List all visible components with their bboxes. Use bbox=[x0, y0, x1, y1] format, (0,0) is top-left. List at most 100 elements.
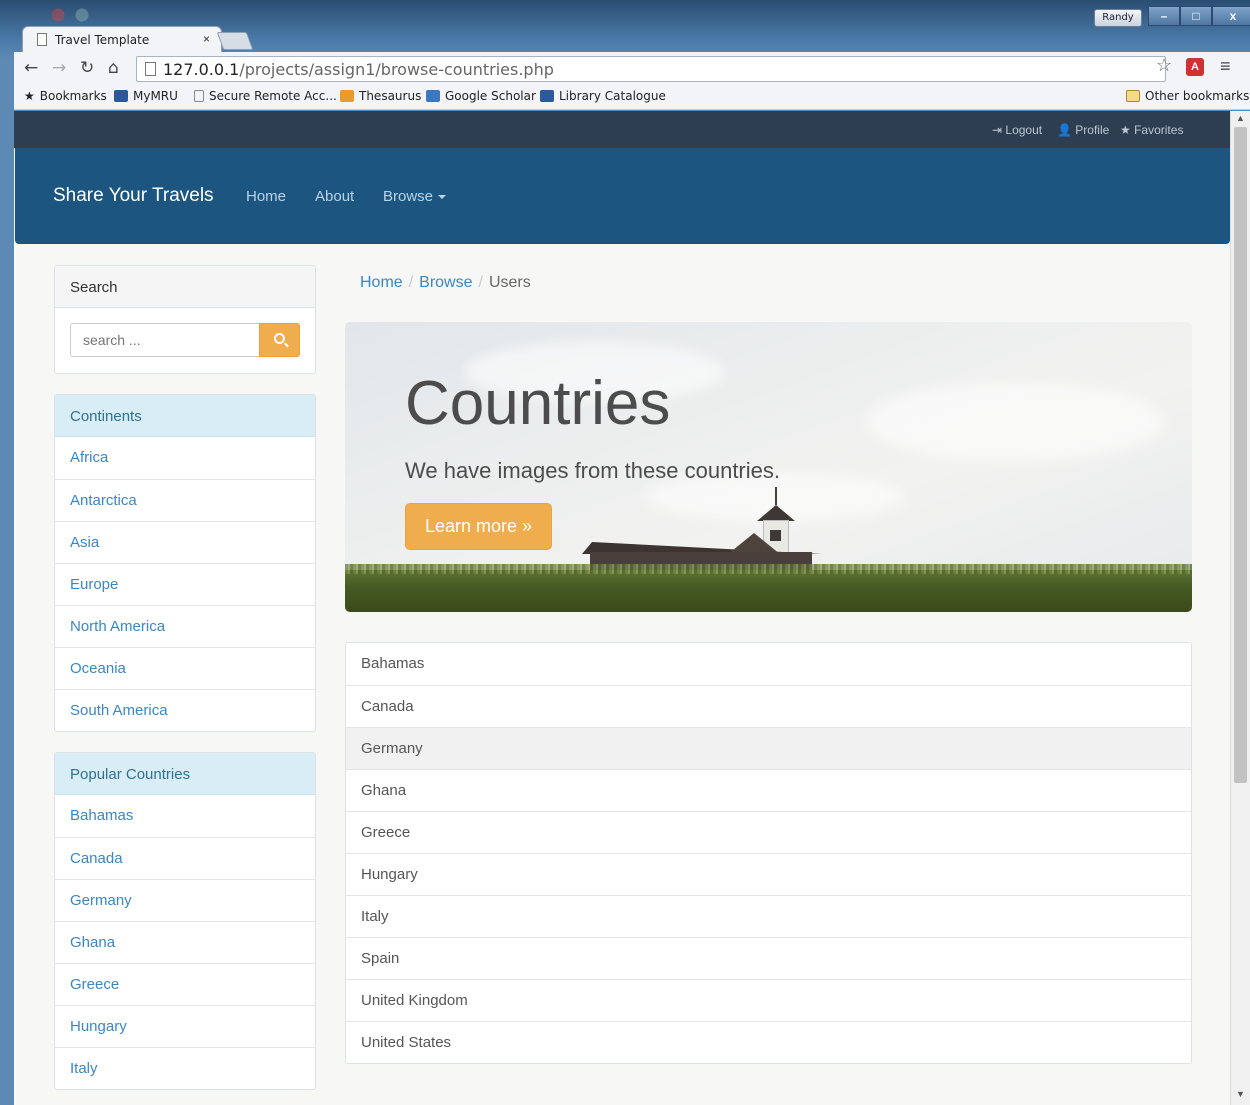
address-bar[interactable]: 127.0.0.1/projects/assign1/browse-countr… bbox=[136, 56, 1166, 82]
page-icon bbox=[37, 33, 47, 46]
popular-country-item[interactable]: Greece bbox=[55, 963, 315, 1005]
site-brand[interactable]: Share Your Travels bbox=[53, 185, 214, 207]
cloud-shape bbox=[865, 382, 1165, 462]
library-icon bbox=[540, 90, 554, 102]
other-bookmarks[interactable]: Other bookmarks bbox=[1126, 89, 1249, 103]
country-list-item[interactable]: United States bbox=[346, 1021, 1191, 1063]
bookmark-star-icon[interactable]: ☆ bbox=[1156, 55, 1172, 76]
back-icon[interactable]: ← bbox=[24, 58, 38, 78]
cupola-roof bbox=[757, 505, 795, 521]
home-icon[interactable]: ⌂ bbox=[108, 58, 119, 78]
search-button[interactable] bbox=[259, 323, 300, 357]
popular-country-item[interactable]: Bahamas bbox=[55, 795, 315, 837]
top-utility-bar: ⇥ Logout 👤 Profile ★ Favorites bbox=[14, 111, 1230, 148]
star-icon: ★ bbox=[1120, 123, 1135, 137]
learn-more-button[interactable]: Learn more » bbox=[405, 503, 552, 550]
reload-icon[interactable]: ↻ bbox=[80, 58, 94, 78]
bookmark-item[interactable]: Thesaurus bbox=[340, 89, 421, 103]
nav-about[interactable]: About bbox=[315, 188, 354, 205]
bookmark-item[interactable]: Secure Remote Acc... bbox=[194, 89, 337, 103]
breadcrumb-current: Users bbox=[488, 274, 531, 291]
breadcrumb-home[interactable]: Home bbox=[360, 274, 403, 291]
nav-browse-dropdown[interactable]: Browse bbox=[383, 188, 447, 205]
search-panel: Search bbox=[54, 265, 316, 374]
tab-title: Travel Template bbox=[55, 33, 150, 47]
continent-item[interactable]: Asia bbox=[55, 521, 315, 563]
hero-title: Countries bbox=[405, 369, 671, 438]
hero-banner: Countries We have images from these coun… bbox=[345, 322, 1192, 612]
browser-toolbar: ← → ↻ ⌂ 127.0.0.1/projects/assign1/brows… bbox=[14, 52, 1250, 86]
bookmark-item[interactable]: Library Catalogue bbox=[540, 89, 666, 103]
search-icon bbox=[274, 333, 285, 344]
popular-countries-title: Popular Countries bbox=[55, 753, 315, 795]
nav-home[interactable]: Home bbox=[246, 188, 286, 205]
search-panel-title: Search bbox=[55, 266, 315, 308]
scholar-icon bbox=[426, 90, 440, 102]
page-icon bbox=[194, 90, 204, 102]
breadcrumb-separator: / bbox=[408, 274, 414, 291]
browser-profile-button[interactable]: Randy bbox=[1094, 9, 1142, 27]
popular-country-item[interactable]: Canada bbox=[55, 837, 315, 879]
pdf-extension-icon[interactable]: A bbox=[1186, 58, 1204, 76]
vertical-scrollbar[interactable]: ▲ ▼ bbox=[1230, 111, 1250, 1105]
scrollbar-thumb[interactable] bbox=[1234, 127, 1247, 783]
folder-icon bbox=[1126, 90, 1140, 102]
favorites-link[interactable]: ★ Favorites bbox=[1120, 123, 1183, 137]
country-list-item[interactable]: Germany bbox=[346, 727, 1191, 769]
country-list-item[interactable]: United Kingdom bbox=[346, 979, 1191, 1021]
country-list-item[interactable]: Bahamas bbox=[346, 643, 1191, 685]
breadcrumb-separator: / bbox=[478, 274, 483, 291]
bookmarks-bar: ★ Bookmarks MyMRU Secure Remote Acc... Th… bbox=[14, 86, 1250, 110]
continents-panel-title: Continents bbox=[55, 395, 315, 437]
hero-subtitle: We have images from these countries. bbox=[405, 458, 780, 483]
popular-countries-panel: Popular Countries Bahamas Canada Germany… bbox=[54, 752, 316, 1090]
page-viewport: ⇥ Logout 👤 Profile ★ Favorites Share You… bbox=[14, 111, 1230, 1105]
menu-icon[interactable]: ≡ bbox=[1220, 56, 1231, 77]
logout-icon: ⇥ bbox=[992, 123, 1006, 137]
page-icon bbox=[145, 62, 156, 76]
breadcrumb: Home / Browse / Users bbox=[360, 274, 531, 292]
logout-link[interactable]: ⇥ Logout bbox=[992, 123, 1042, 137]
caret-down-icon bbox=[438, 195, 447, 200]
star-icon: ★ bbox=[24, 89, 35, 103]
continent-item[interactable]: Europe bbox=[55, 563, 315, 605]
popular-country-item[interactable]: Germany bbox=[55, 879, 315, 921]
continent-item[interactable]: Oceania bbox=[55, 647, 315, 689]
breadcrumb-browse[interactable]: Browse bbox=[419, 274, 472, 291]
minimize-button[interactable]: – bbox=[1148, 6, 1180, 26]
country-list-item[interactable]: Greece bbox=[346, 811, 1191, 853]
bookmark-item[interactable]: ★ Bookmarks bbox=[24, 89, 107, 103]
scroll-up-icon[interactable]: ▲ bbox=[1236, 113, 1245, 123]
cornfield bbox=[345, 564, 1192, 612]
forward-icon[interactable]: → bbox=[52, 58, 66, 78]
popular-country-item[interactable]: Hungary bbox=[55, 1005, 315, 1047]
continent-item[interactable]: South America bbox=[55, 689, 315, 731]
continent-item[interactable]: Africa bbox=[55, 437, 315, 479]
window-controls: – □ x bbox=[1148, 6, 1250, 26]
main-navbar: Share Your Travels Home About Browse bbox=[15, 148, 1230, 244]
user-icon: 👤 bbox=[1057, 123, 1076, 137]
new-tab-button[interactable] bbox=[216, 32, 254, 50]
country-list: Bahamas Canada Germany Ghana Greece Hung… bbox=[345, 642, 1192, 1064]
country-list-item[interactable]: Italy bbox=[346, 895, 1191, 937]
popular-country-item[interactable]: Ghana bbox=[55, 921, 315, 963]
maximize-button[interactable]: □ bbox=[1180, 6, 1212, 26]
scroll-down-icon[interactable]: ▼ bbox=[1236, 1089, 1245, 1099]
country-list-item[interactable]: Canada bbox=[346, 685, 1191, 727]
tab-close-icon[interactable]: × bbox=[203, 32, 210, 46]
continent-item[interactable]: North America bbox=[55, 605, 315, 647]
popular-country-item[interactable]: Italy bbox=[55, 1047, 315, 1089]
browser-tab[interactable]: Travel Template × bbox=[22, 26, 222, 52]
close-window-button[interactable]: x bbox=[1212, 6, 1250, 26]
bookmark-item[interactable]: Google Scholar bbox=[426, 89, 536, 103]
mru-icon bbox=[114, 90, 128, 102]
country-list-item[interactable]: Spain bbox=[346, 937, 1191, 979]
bookmark-item[interactable]: MyMRU bbox=[114, 89, 178, 103]
continent-item[interactable]: Antarctica bbox=[55, 479, 315, 521]
url-text: 127.0.0.1/projects/assign1/browse-countr… bbox=[163, 60, 554, 79]
thesaurus-icon bbox=[340, 90, 354, 102]
country-list-item[interactable]: Ghana bbox=[346, 769, 1191, 811]
country-list-item[interactable]: Hungary bbox=[346, 853, 1191, 895]
profile-link[interactable]: 👤 Profile bbox=[1057, 123, 1109, 137]
search-input[interactable] bbox=[70, 323, 260, 357]
